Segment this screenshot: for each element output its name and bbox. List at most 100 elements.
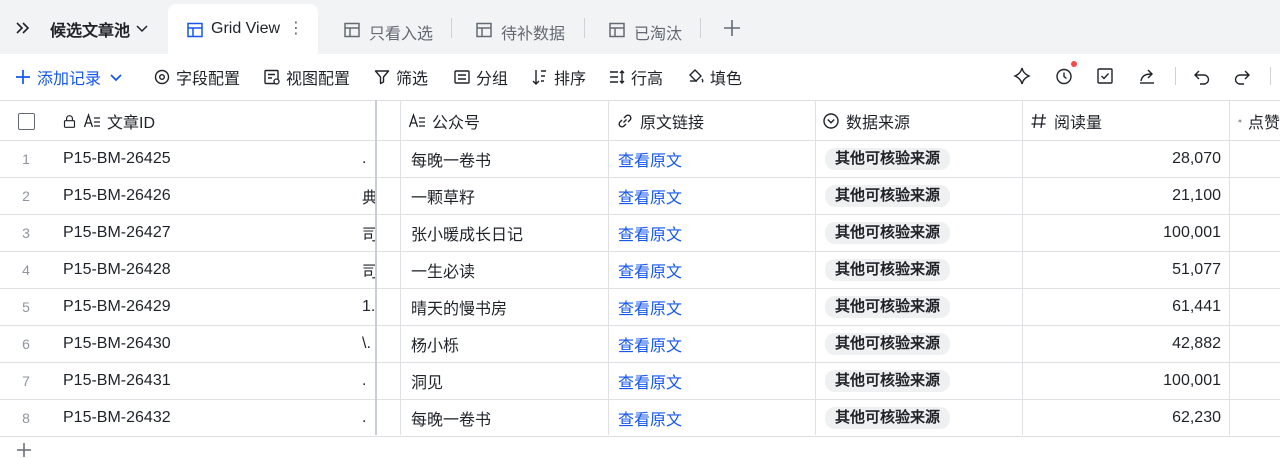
cell-link[interactable]: 查看原文 [618, 178, 682, 214]
column-divider [815, 100, 816, 435]
table-row[interactable]: 2 P15-BM-26426 典. 一颗草籽 查看原文 其他可核验来源 21,100 [0, 178, 1280, 215]
group-button[interactable]: 分组 [453, 66, 508, 88]
tab-eliminated[interactable]: 已淘汰 [608, 4, 698, 54]
tab-selected-only[interactable]: 只看入选 [343, 4, 443, 54]
cell-truncated-text[interactable]: . [362, 141, 376, 177]
cell-reads[interactable]: 62,230 [1023, 400, 1221, 436]
column-header-link[interactable]: 原文链接 [616, 101, 704, 141]
cell-truncated-text[interactable]: 司. [362, 252, 376, 288]
table-row[interactable]: 5 P15-BM-26429 1. 晴天的慢书房 查看原文 其他可核验来源 61,441 [0, 289, 1280, 326]
table-title[interactable]: 候选文章池 [50, 17, 130, 41]
tab-grid-view[interactable]: Grid View ⋮ [168, 4, 318, 54]
table-row[interactable]: 7 P15-BM-26431. 洞见 查看原文 其他可核验来源 100,001 [0, 363, 1280, 400]
column-header-account[interactable]: 公众号 [408, 101, 480, 141]
cell-link[interactable]: 查看原文 [618, 289, 682, 325]
view-config-button[interactable]: 视图配置 [263, 66, 350, 88]
number-field-icon [1031, 113, 1046, 129]
undo-icon[interactable] [1192, 66, 1212, 86]
cell-article-id[interactable]: P15-BM-26425 [63, 141, 171, 177]
chevron-down-icon[interactable] [109, 70, 123, 84]
tab-pending-data[interactable]: 待补数据 [475, 4, 575, 54]
cell-reads[interactable]: 100,001 [1023, 215, 1221, 251]
cell-link[interactable]: 查看原文 [618, 215, 682, 251]
cell-reads[interactable]: 21,100 [1023, 178, 1221, 214]
cell-source[interactable]: 其他可核验来源 [825, 289, 951, 325]
ai-sparkle-icon[interactable] [1012, 66, 1032, 86]
column-header-likes[interactable]: 点赞 [1238, 101, 1280, 141]
cell-truncated-text[interactable]: 1. [362, 289, 376, 325]
select-all-checkbox[interactable] [18, 113, 35, 130]
cell-reads[interactable]: 61,441 [1023, 289, 1221, 325]
text-field-icon [83, 112, 100, 128]
column-header-source[interactable]: 数据来源 [822, 101, 910, 141]
group-icon [454, 70, 470, 84]
filter-label: 筛选 [396, 71, 429, 88]
cell-account[interactable]: 晴天的慢书房 [411, 289, 507, 325]
column-header-id[interactable]: 文章ID [62, 101, 155, 141]
cell-truncated-text[interactable]: . [362, 363, 376, 399]
cell-account[interactable]: 洞见 [411, 363, 443, 399]
cell-truncated-text[interactable]: 司. [362, 215, 376, 251]
cell-source[interactable]: 其他可核验来源 [825, 326, 951, 362]
cell-link[interactable]: 查看原文 [618, 326, 682, 362]
cell-source[interactable]: 其他可核验来源 [825, 363, 951, 399]
column-header-reads[interactable]: 阅读量 [1030, 101, 1102, 141]
cell-reads[interactable]: 42,882 [1023, 326, 1221, 362]
table-row[interactable]: 1 P15-BM-26425. 每晚一卷书 查看原文 其他可核验来源 28,070 [0, 141, 1280, 178]
cell-link[interactable]: 查看原文 [618, 252, 682, 288]
cell-truncated-text[interactable]: 典. [362, 178, 376, 214]
cell-account[interactable]: 一生必读 [411, 252, 475, 288]
cell-article-id[interactable]: P15-BM-26429 [63, 289, 171, 325]
cell-link[interactable]: 查看原文 [618, 141, 682, 177]
expand-sidebar-icon[interactable] [12, 17, 34, 39]
add-row-icon[interactable] [16, 442, 32, 458]
cell-article-id[interactable]: P15-BM-26427 [63, 215, 171, 251]
chevron-down-icon[interactable] [134, 20, 150, 36]
cell-truncated-text[interactable]: \. [362, 326, 376, 362]
cell-account[interactable]: 张小暖成长日记 [411, 215, 523, 251]
redo-icon[interactable] [1232, 66, 1252, 86]
cell-reads[interactable]: 51,077 [1023, 252, 1221, 288]
table-row[interactable]: 6 P15-BM-26430 \. 杨小栎 查看原文 其他可核验来源 42,882 [0, 326, 1280, 363]
cell-source[interactable]: 其他可核验来源 [825, 215, 951, 251]
cell-source[interactable]: 其他可核验来源 [825, 252, 951, 288]
fill-color-button[interactable]: 填色 [687, 66, 742, 88]
cell-article-id[interactable]: P15-BM-26432 [63, 400, 171, 436]
cell-truncated-text[interactable]: . [362, 400, 376, 436]
row-number: 1 [22, 151, 30, 167]
cell-source[interactable]: 其他可核验来源 [825, 400, 951, 436]
cell-source[interactable]: 其他可核验来源 [825, 141, 951, 177]
cell-account[interactable]: 每晚一卷书 [411, 141, 491, 177]
text-field-icon [408, 112, 425, 128]
toolbar-divider [1175, 67, 1176, 85]
cell-article-id[interactable]: P15-BM-26430 [63, 326, 171, 362]
row-number: 4 [22, 262, 30, 278]
cell-reads[interactable]: 28,070 [1023, 141, 1221, 177]
filter-button[interactable]: 筛选 [373, 66, 428, 88]
cell-article-id[interactable]: P15-BM-26431 [63, 363, 171, 399]
add-record-button[interactable]: 添加记录 [14, 66, 123, 88]
field-config-button[interactable]: 字段配置 [153, 66, 240, 88]
more-vertical-icon[interactable]: ⋮ [288, 18, 304, 38]
checklist-icon[interactable] [1095, 66, 1115, 86]
cell-reads[interactable]: 100,001 [1023, 363, 1221, 399]
cell-link[interactable]: 查看原文 [618, 400, 682, 436]
table-row[interactable]: 4 P15-BM-26428 司. 一生必读 查看原文 其他可核验来源 51,077 [0, 252, 1280, 289]
share-icon[interactable] [1137, 66, 1157, 86]
cell-article-id[interactable]: P15-BM-26426 [63, 178, 171, 214]
cell-account[interactable]: 一颗草籽 [411, 178, 475, 214]
frozen-column-divider[interactable] [375, 100, 377, 435]
cell-account[interactable]: 杨小栎 [411, 326, 459, 362]
history-clock-icon[interactable] [1054, 66, 1074, 86]
table-row[interactable]: 3 P15-BM-26427 司. 张小暖成长日记 查看原文 其他可核验来源 100,001 [0, 215, 1280, 252]
cell-source[interactable]: 其他可核验来源 [825, 178, 951, 214]
row-height-button[interactable]: 行高 [608, 66, 663, 88]
cell-link[interactable]: 查看原文 [618, 363, 682, 399]
plus-icon [16, 70, 30, 84]
cell-article-id[interactable]: P15-BM-26428 [63, 252, 171, 288]
table-row[interactable]: 8 P15-BM-26432. 每晚一卷书 查看原文 其他可核验来源 62,230 [0, 400, 1280, 437]
paint-bucket-icon [689, 69, 704, 83]
sort-button[interactable]: 排序 [531, 66, 586, 88]
cell-account[interactable]: 每晚一卷书 [411, 400, 491, 436]
add-view-icon[interactable] [721, 17, 743, 39]
